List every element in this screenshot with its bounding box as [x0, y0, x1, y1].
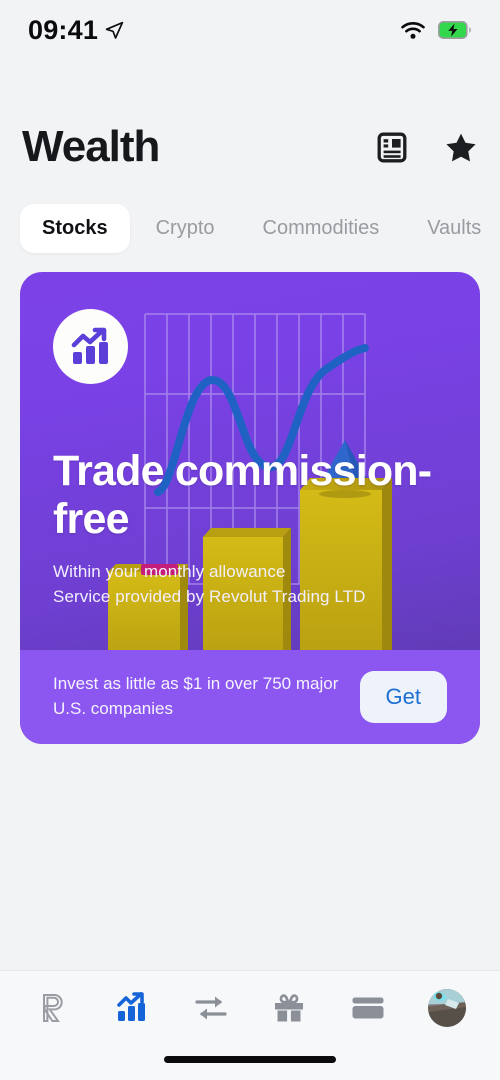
tab-commodities[interactable]: Commodities	[241, 204, 402, 253]
tab-stocks[interactable]: Stocks	[20, 203, 130, 253]
promo-card[interactable]: Trade commission-free Within your monthl…	[20, 272, 480, 744]
promo-headline: Trade commission-free	[53, 447, 432, 544]
nav-home[interactable]	[25, 983, 81, 1033]
news-icon[interactable]	[375, 130, 409, 164]
home-indicator[interactable]	[164, 1056, 336, 1063]
status-bar: 09:41	[0, 0, 500, 60]
nav-wealth[interactable]	[104, 983, 160, 1033]
exchange-arrows-icon	[195, 996, 227, 1020]
growth-chart-icon	[53, 309, 128, 384]
promo-sublines: Within your monthly allowance Service pr…	[53, 559, 453, 609]
promo-subline-1: Within your monthly allowance	[53, 562, 286, 582]
promo-subline-2: Service provided by Revolut Trading LTD	[53, 587, 366, 607]
status-bar-time: 09:41	[28, 14, 99, 45]
bottom-nav-items	[0, 971, 500, 1045]
card-icon	[352, 997, 384, 1019]
star-icon[interactable]	[444, 130, 478, 164]
nav-exchange[interactable]	[183, 983, 239, 1033]
promo-footer-text: Invest as little as $1 in over 750 major…	[53, 674, 339, 718]
battery-charging-icon	[438, 21, 472, 39]
promo-card-copy: Trade commission-free Within your monthl…	[53, 447, 453, 610]
status-bar-indicators	[400, 21, 472, 40]
category-tabs: Stocks Crypto Commodities Vaults	[0, 200, 500, 256]
tab-crypto[interactable]: Crypto	[134, 204, 237, 253]
bottom-navigation	[0, 970, 500, 1080]
nav-profile[interactable]	[419, 983, 475, 1033]
get-button[interactable]: Get	[359, 671, 447, 723]
nav-rewards[interactable]	[261, 983, 317, 1033]
page-header: Wealth	[0, 112, 500, 182]
app-screen: 09:41 Wealth Stocks Crypto Commodities V…	[0, 0, 500, 1080]
nav-cards[interactable]	[340, 983, 396, 1033]
header-actions	[375, 130, 478, 164]
promo-card-footer: Invest as little as $1 in over 750 major…	[20, 650, 480, 744]
status-bar-time-group: 09:41	[28, 15, 124, 46]
avatar	[427, 989, 466, 1027]
gift-icon	[275, 994, 304, 1022]
revolut-r-icon	[43, 994, 63, 1022]
tab-vaults[interactable]: Vaults	[405, 204, 500, 253]
location-arrow-icon	[105, 21, 124, 39]
wifi-icon	[401, 21, 425, 39]
page-title: Wealth	[22, 122, 160, 171]
stocks-chart-icon	[117, 992, 145, 1021]
